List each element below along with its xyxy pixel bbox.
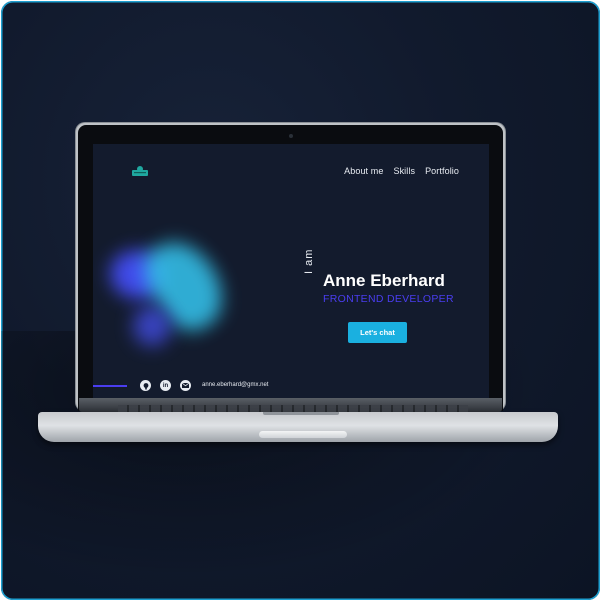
nav-item-skills[interactable]: Skills [393, 166, 415, 176]
lets-chat-button[interactable]: Let's chat [348, 322, 407, 343]
mail-icon[interactable] [180, 380, 191, 391]
camera-icon [289, 134, 293, 138]
hero-prefix: I am [303, 248, 315, 274]
logo-icon[interactable] [130, 164, 150, 178]
nav-item-about-me[interactable]: About me [344, 166, 383, 176]
trackpad [263, 412, 339, 415]
laptop-screen: About me Skills Portfolio I am Anne Eber… [93, 144, 489, 398]
linkedin-icon[interactable]: in [160, 380, 171, 391]
laptop-front-notch [259, 431, 347, 438]
contact-email[interactable]: anne.eberhard@gmx.net [202, 382, 268, 388]
laptop-base [38, 412, 558, 442]
decorative-blob-indigo [133, 306, 171, 346]
hero-role: FRONTEND DEVELOPER [323, 293, 454, 305]
main-nav: About me Skills Portfolio [344, 166, 459, 176]
nav-item-portfolio[interactable]: Portfolio [425, 166, 459, 176]
github-icon[interactable] [140, 380, 151, 391]
accent-line [93, 385, 127, 387]
hero-name: Anne Eberhard [323, 271, 445, 290]
